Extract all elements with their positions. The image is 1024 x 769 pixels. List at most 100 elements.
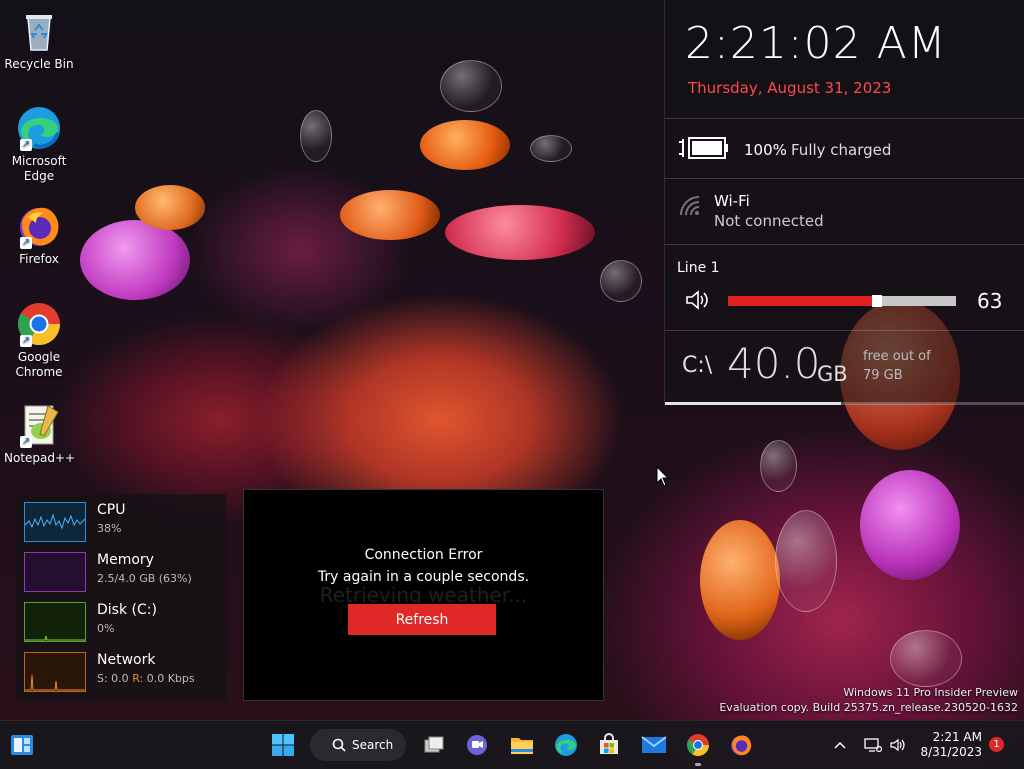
watermark-build: Evaluation copy. Build 25375.zn_release.… bbox=[719, 701, 1018, 714]
disk-title: Disk (C:) bbox=[97, 602, 157, 618]
search-label: Search bbox=[352, 738, 394, 752]
edge-icon: ↗ bbox=[16, 105, 62, 151]
store-button[interactable] bbox=[593, 729, 625, 761]
wallpaper-bubble bbox=[530, 135, 572, 162]
edge-icon bbox=[555, 734, 577, 756]
watermark-edition: Windows 11 Pro Insider Preview bbox=[843, 686, 1018, 699]
network-receive-label: R: bbox=[132, 672, 144, 685]
disk-total: 79 GB bbox=[863, 368, 903, 383]
chrome-icon bbox=[687, 734, 709, 756]
shortcut-arrow-icon: ↗ bbox=[20, 139, 32, 151]
wifi-name: Wi-Fi bbox=[714, 192, 750, 210]
task-view-button[interactable] bbox=[418, 729, 450, 761]
chevron-up-icon bbox=[834, 741, 846, 749]
wallpaper-shape bbox=[700, 520, 780, 640]
network-receive: 0.0 Kbps bbox=[146, 672, 195, 685]
disk-free-label: free out of bbox=[863, 349, 931, 364]
wifi-icon bbox=[679, 195, 703, 223]
desktop-icon-notepadpp[interactable]: ↗ Notepad++ bbox=[4, 402, 75, 466]
network-title: Network bbox=[97, 652, 156, 668]
build-watermark: Windows 11 Pro Insider Preview Evaluatio… bbox=[719, 685, 1018, 715]
recycle-bin-icon bbox=[16, 8, 62, 54]
file-explorer-button[interactable] bbox=[506, 729, 538, 761]
battery-status: Fully charged bbox=[791, 141, 892, 159]
wallpaper-bubble bbox=[300, 110, 332, 162]
running-indicator bbox=[695, 763, 701, 766]
firefox-icon bbox=[731, 735, 752, 756]
shortcut-arrow-icon: ↗ bbox=[20, 335, 32, 347]
clock-time: 2:21:02 AM bbox=[685, 18, 947, 69]
teams-chat-button[interactable] bbox=[461, 729, 493, 761]
taskbar-search[interactable]: Search bbox=[310, 729, 406, 761]
notepadpp-icon: ↗ bbox=[16, 402, 62, 448]
edge-taskbar-button[interactable] bbox=[550, 729, 582, 761]
desktop-icon-firefox[interactable]: ↗ Firefox bbox=[4, 203, 74, 267]
search-icon bbox=[332, 738, 346, 752]
refresh-button[interactable]: Refresh bbox=[348, 604, 496, 635]
battery-row: 100% Fully charged bbox=[665, 118, 1024, 179]
desktop-icon-label: Firefox bbox=[19, 252, 59, 266]
taskbar-time: 2:21 AM bbox=[932, 730, 982, 744]
wallpaper-bubble bbox=[440, 60, 502, 112]
cpu-graph bbox=[24, 502, 86, 542]
memory-graph bbox=[24, 552, 86, 592]
desktop-icon-recycle-bin[interactable]: Recycle Bin bbox=[4, 8, 74, 72]
widgets-button[interactable] bbox=[6, 729, 38, 761]
wallpaper-shape bbox=[135, 185, 205, 230]
wallpaper-bubble bbox=[890, 630, 962, 687]
wallpaper-shape bbox=[420, 120, 510, 170]
start-button[interactable] bbox=[267, 729, 299, 761]
desktop-icon-edge[interactable]: ↗ Microsoft Edge bbox=[4, 105, 74, 184]
wallpaper-shape bbox=[340, 190, 440, 240]
show-hidden-icons-button[interactable] bbox=[830, 721, 850, 769]
wallpaper-shape bbox=[860, 470, 960, 580]
volume-slider-fill bbox=[728, 296, 872, 306]
wallpaper-shape bbox=[80, 220, 190, 300]
folder-icon bbox=[511, 738, 533, 754]
wallpaper-bubble bbox=[775, 510, 837, 612]
error-title: Connection Error bbox=[364, 547, 483, 563]
system-tray-quick-settings[interactable] bbox=[860, 721, 910, 769]
firefox-taskbar-button[interactable] bbox=[725, 729, 757, 761]
volume-device-label: Line 1 bbox=[677, 260, 720, 276]
disk-graph bbox=[24, 602, 86, 642]
shortcut-arrow-icon: ↗ bbox=[20, 436, 32, 448]
mouse-cursor-icon bbox=[656, 465, 670, 492]
speaker-icon[interactable] bbox=[685, 289, 711, 315]
disk-free-value: 40.0 bbox=[727, 339, 821, 388]
shortcut-arrow-icon: ↗ bbox=[20, 237, 32, 249]
memory-monitor: Memory 2.5/4.0 GB (63%) bbox=[24, 544, 224, 592]
disk-usage-fill bbox=[665, 402, 842, 405]
desktop-icon-label: Recycle Bin bbox=[4, 57, 74, 71]
volume-value: 63 bbox=[977, 289, 1003, 313]
volume-slider[interactable] bbox=[728, 295, 956, 307]
wifi-row[interactable]: Wi-Fi Not connected bbox=[665, 178, 1024, 245]
volume-slider-thumb[interactable] bbox=[871, 295, 882, 307]
wifi-status: Not connected bbox=[714, 212, 824, 230]
desktop-icon-chrome[interactable]: ↗ Google Chrome bbox=[4, 301, 74, 380]
error-message: Try again in a couple seconds. bbox=[317, 569, 530, 585]
store-icon bbox=[600, 733, 618, 754]
system-monitor-widget: CPU 38% Memory 2.5/4.0 GB (63%) Disk (C:… bbox=[16, 494, 226, 702]
mail-icon bbox=[641, 736, 667, 753]
firefox-icon: ↗ bbox=[16, 203, 62, 249]
chrome-taskbar-button[interactable] bbox=[682, 729, 714, 761]
battery-percent: 100% bbox=[744, 141, 787, 159]
network-status-icon bbox=[864, 738, 882, 753]
clock-date: Thursday, August 31, 2023 bbox=[688, 79, 892, 97]
battery-icon bbox=[677, 133, 731, 167]
desktop-icon-label: Microsoft Edge bbox=[11, 154, 67, 183]
wallpaper-bubble bbox=[760, 440, 797, 492]
taskbar-date: 8/31/2023 bbox=[920, 745, 982, 759]
notification-badge[interactable]: 1 bbox=[989, 737, 1004, 752]
volume-icon bbox=[890, 738, 905, 752]
taskbar-clock[interactable]: 2:21 AM 8/31/2023 bbox=[912, 730, 982, 760]
wallpaper-shape bbox=[445, 205, 595, 260]
memory-title: Memory bbox=[97, 552, 154, 568]
taskbar: Search 2:21 AM 8/31/2023 bbox=[0, 720, 1024, 769]
disk-unit: GB bbox=[817, 362, 848, 386]
mail-button[interactable] bbox=[638, 729, 670, 761]
teams-chat-icon bbox=[467, 735, 487, 755]
network-monitor: Network S: 0.0 R: 0.0 Kbps bbox=[24, 644, 224, 692]
memory-value: 2.5/4.0 GB (63%) bbox=[97, 572, 192, 585]
